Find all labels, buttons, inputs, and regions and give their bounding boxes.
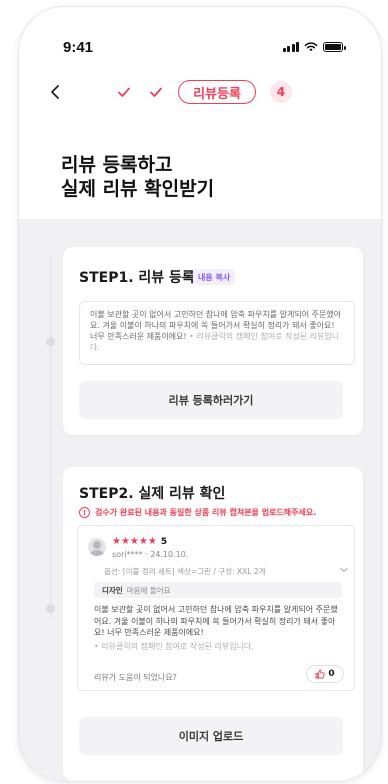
star-rating: ★★★★★ 5 (112, 536, 168, 548)
design-value: 마음에 들어요 (126, 585, 171, 595)
stars: ★★★★★ (112, 536, 157, 547)
page-title-line2: 실제 리뷰 확인받기 (61, 178, 215, 200)
battery-icon (323, 42, 346, 52)
status-bar: 9:41 (19, 37, 381, 59)
check-icon (118, 87, 130, 97)
thumbs-up-icon (315, 669, 326, 679)
phone-frame: 9:41 리뷰등록 4 리뷰 등록하고 실제 리뷰 확인받기 STEP1. 리뷰… (18, 6, 382, 782)
next-step-badge: 4 (269, 81, 292, 103)
status-time: 9:41 (63, 39, 94, 56)
like-button[interactable]: 0 (306, 665, 344, 683)
warning-text: 검수가 완료된 내용과 동일한 상품 리뷰 캡쳐본을 업로드해주세요. (95, 508, 317, 517)
timeline-line (50, 257, 51, 617)
wifi-icon (304, 42, 318, 52)
avatar (88, 538, 106, 556)
sample-review-text: 이불 보관할 곳이 없어서 고민하던 참나에 압축 파우치를 알게되어 주문했어… (94, 604, 344, 652)
warning-icon: ! (79, 507, 90, 518)
upload-warning: ! 검수가 완료된 내용과 동일한 상품 리뷰 캡쳐본을 업로드해주세요. (79, 507, 316, 518)
step1-title: STEP1. 리뷰 등록 (79, 270, 195, 286)
check-icon (150, 87, 162, 97)
rating-number: 5 (160, 537, 168, 547)
upload-image-button[interactable]: 이미지 업로드 (79, 717, 343, 755)
timeline-dot-step1 (46, 337, 55, 346)
copy-content-button[interactable]: 내용 복사 (193, 269, 236, 285)
step2-title: STEP2. 실제 리뷰 확인 (79, 486, 226, 502)
current-step-pill: 리뷰등록 (178, 80, 256, 104)
like-count: 0 (328, 669, 335, 679)
design-label: 디자인 (102, 585, 123, 595)
chevron-down-icon[interactable] (340, 566, 348, 574)
timeline-dot-step2 (46, 604, 55, 613)
page-title-line1: 리뷰 등록하고 (61, 154, 173, 176)
sample-review-disclaimer: • 리뷰클릭의 캠페인 참여로 작성된 리뷰입니다. (94, 641, 254, 651)
product-option: 옵션: [이불 정리 세트] 색상=그린 / 구성: XXL 2개 (104, 567, 266, 576)
signal-icon (282, 42, 299, 52)
page-title: 리뷰 등록하고 실제 리뷰 확인받기 (61, 153, 214, 201)
step2-card: STEP2. 실제 리뷰 확인 ! 검수가 완료된 내용과 동일한 상품 리뷰 … (63, 467, 363, 781)
reviewer-info: sori**** · 24.10.10. (112, 550, 189, 559)
sample-review-body: 이불 보관할 곳이 없어서 고민하던 참나에 압축 파우치를 알게되어 주문했어… (94, 605, 338, 637)
register-review-button[interactable]: 리뷰 등록하러가기 (79, 381, 343, 419)
sample-review-card: ★★★★★ 5 sori**** · 24.10.10. 옵션: [이불 정리 … (77, 525, 355, 691)
step-progress: 리뷰등록 4 (19, 79, 381, 105)
review-text-box: 이불 보관할 곳이 없어서 고민하던 참나에 압축 파우치를 알게되어 주문했어… (79, 301, 355, 365)
helpful-prompt: 리뷰가 도움이 되었나요? (94, 673, 177, 682)
status-icons (282, 42, 346, 52)
design-attribute-row: 디자인 마음에 들어요 (94, 582, 342, 598)
step1-card: STEP1. 리뷰 등록 내용 복사 이불 보관할 곳이 없어서 고민하던 참나… (63, 247, 363, 435)
